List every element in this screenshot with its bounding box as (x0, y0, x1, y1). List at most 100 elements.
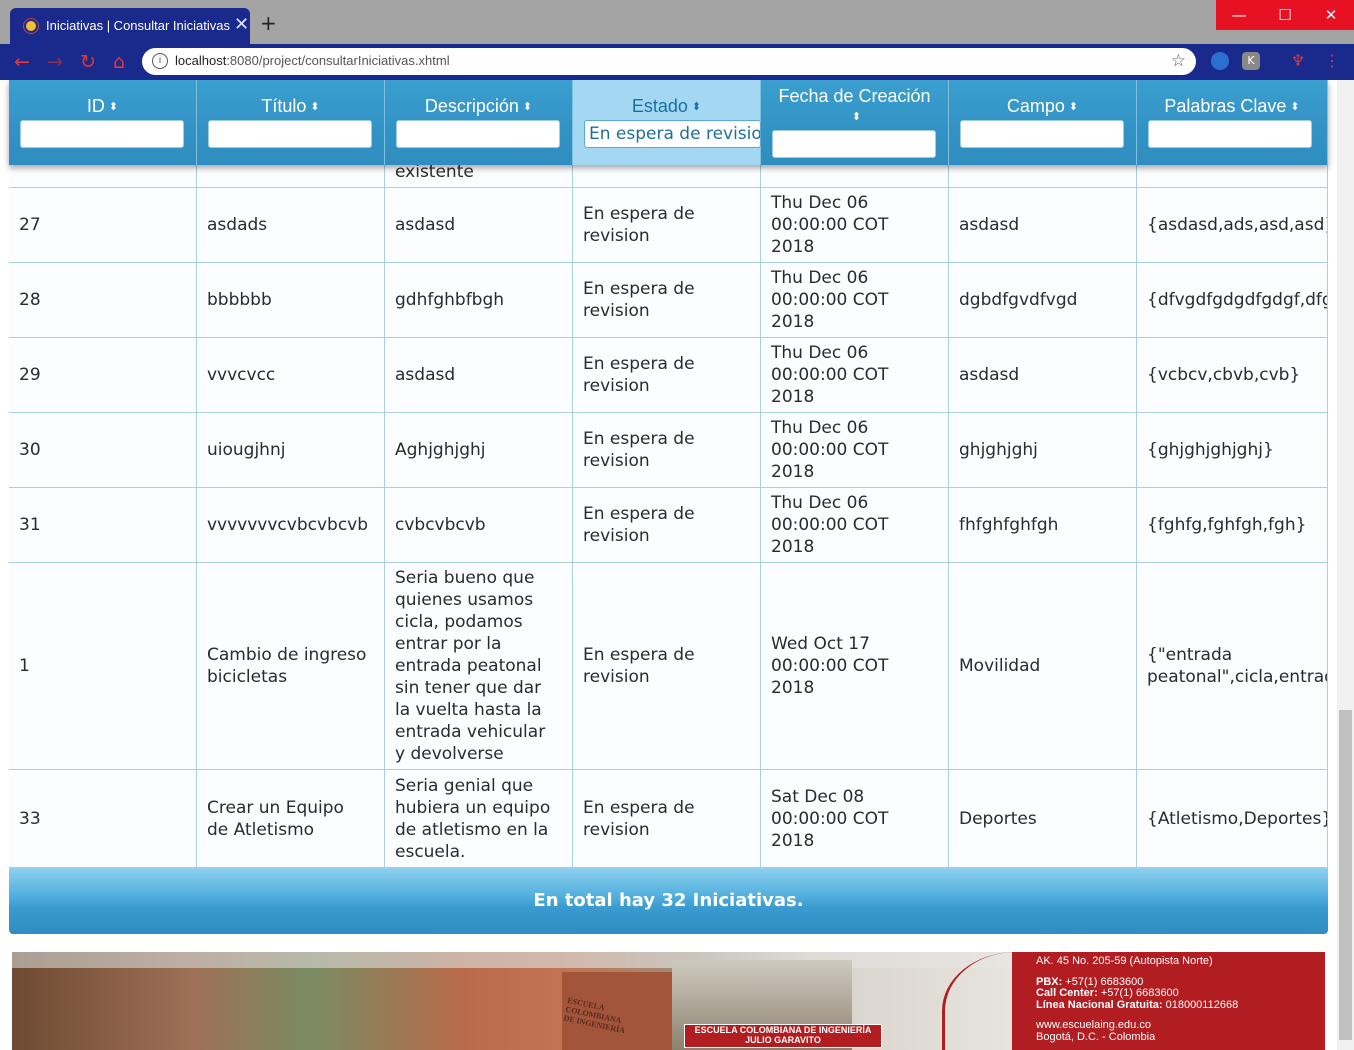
table-cell-palabras-clave: {vcbcv,cbvb,cvb} (1137, 338, 1328, 413)
url-text: localhost:8080/project/consultarIniciati… (175, 53, 450, 68)
table-cell-descripcion: Seria genial que hubiera un equipo de at… (385, 770, 573, 868)
page-viewport: existente 27 asdads asdasd En espera de revi… (0, 80, 1354, 1050)
titulo-filter-input[interactable] (208, 120, 372, 148)
extension-circle-icon[interactable] (1211, 52, 1229, 70)
table-cell-descripcion: cvbcvbcvb (385, 488, 573, 563)
estado-filter-select[interactable]: En espera de revision (584, 120, 761, 148)
table-cell-campo: asdasd (949, 188, 1137, 263)
header-label[interactable]: ID (87, 96, 105, 116)
address-bar[interactable]: i localhost:8080/project/consultarInicia… (142, 48, 1196, 75)
table-cell-palabras-clave: {fghfg,fghfgh,fgh} (1137, 488, 1328, 563)
header-fecha[interactable]: Fecha de Creación ⬍ (761, 80, 949, 165)
table-cell-id: 30 (9, 413, 197, 488)
header-label[interactable]: Palabras Clave (1164, 96, 1286, 116)
browser-tab[interactable]: Iniciativas | Consultar Iniciativas ✕ (10, 8, 250, 44)
sort-icon[interactable]: ⬍ (1069, 101, 1078, 113)
sort-icon[interactable]: ⬍ (310, 101, 319, 113)
table-cell-estado: En espera de revision (573, 770, 761, 868)
table-cell-fecha: Thu Dec 06 00:00:00 COT 2018 (761, 263, 949, 338)
palabras-clave-filter-input[interactable] (1148, 120, 1312, 148)
header-descripcion[interactable]: Descripción ⬍ (385, 80, 573, 165)
header-label[interactable]: Fecha de Creación (778, 86, 930, 106)
forward-arrow-icon[interactable]: → (43, 50, 67, 74)
city-text: Bogotá, D.C. - Colombia (1036, 1030, 1156, 1043)
reload-icon[interactable]: ↻ (76, 50, 100, 74)
header-campo[interactable]: Campo ⬍ (949, 80, 1137, 165)
table-cell-descripcion: asdasd (385, 338, 573, 413)
sort-icon[interactable]: ⬍ (523, 101, 532, 113)
table-cell-estado: En espera de revision (573, 413, 761, 488)
tab-close-icon[interactable]: ✕ (234, 14, 249, 35)
table-cell-fecha: Thu Dec 06 00:00:00 COT 2018 (761, 413, 949, 488)
table-cell-fecha: Wed Oct 17 00:00:00 COT 2018 (761, 563, 949, 770)
table-cell-titulo: uiougjhnj (197, 413, 385, 488)
table-cell-titulo: asdads (197, 188, 385, 263)
school-banner: ESCUELA COLOMBIANA DE INGENIERÍA ESCUELA… (12, 952, 1325, 1050)
tab-title: Iniciativas | Consultar Iniciativas (46, 18, 231, 33)
table-cell-id: 1 (9, 563, 197, 770)
table-cell-id: 31 (9, 488, 197, 563)
header-id[interactable]: ID ⬍ (9, 80, 197, 165)
header-label[interactable]: Título (261, 96, 306, 116)
sort-icon[interactable]: ⬍ (1290, 101, 1299, 113)
table-cell-titulo: vvvcvcc (197, 338, 385, 413)
website-text[interactable]: www.escuelaing.edu.co (1036, 1019, 1238, 1032)
maximize-button[interactable]: ☐ (1262, 0, 1308, 30)
back-arrow-icon[interactable]: ← (10, 50, 34, 74)
table-cell-palabras-clave: {ghjghjghjghj} (1137, 413, 1328, 488)
table-cell-titulo: bbbbbb (197, 263, 385, 338)
header-estado[interactable]: Estado ⬍ En espera de revision (573, 80, 761, 165)
table-cell-campo: Deportes (949, 770, 1137, 868)
home-icon[interactable]: ⌂ (107, 50, 131, 74)
header-label[interactable]: Estado (632, 96, 688, 116)
extension-network-icon[interactable]: ♆ (1289, 52, 1307, 70)
sort-icon[interactable]: ⬍ (852, 111, 861, 123)
header-label[interactable]: Descripción (425, 96, 519, 116)
favicon-icon (24, 19, 38, 33)
table-cell-id: 33 (9, 770, 197, 868)
table-cell-fecha: Thu Dec 06 00:00:00 COT 2018 (761, 338, 949, 413)
table-cell-estado: En espera de revision (573, 338, 761, 413)
sort-icon[interactable]: ⬍ (692, 101, 701, 113)
table-cell-fecha: Thu Dec 06 00:00:00 COT 2018 (761, 188, 949, 263)
browser-menu-icon[interactable]: ⋮ (1323, 52, 1341, 70)
table-cell-descripcion: Aghjghjghj (385, 413, 573, 488)
table-cell-titulo: Crear un Equipo de Atletismo (197, 770, 385, 868)
campo-filter-input[interactable] (960, 120, 1124, 148)
table-cell-titulo: vvvvvvvcvbcvbcvb (197, 488, 385, 563)
table-cell-estado: En espera de revision (573, 188, 761, 263)
school-logo: ESCUELA COLOMBIANA DE INGENIERÍA JULIO G… (684, 1024, 882, 1048)
descripcion-filter-input[interactable] (396, 120, 560, 148)
bookmark-star-icon[interactable]: ☆ (1171, 51, 1186, 71)
table-cell-descripcion: asdasd (385, 188, 573, 263)
table-cell-estado: En espera de revision (573, 263, 761, 338)
table-cell-id: 27 (9, 188, 197, 263)
table-cell-fecha: Sat Dec 08 00:00:00 COT 2018 (761, 770, 949, 868)
table-cell-palabras-clave: {asdasd,ads,asd,asd} (1137, 188, 1328, 263)
table-cell-campo: fhfghfghfgh (949, 488, 1137, 563)
sort-icon[interactable]: ⬍ (109, 101, 118, 113)
header-titulo[interactable]: Título ⬍ (197, 80, 385, 165)
table-cell-palabras-clave: {"entrada peatonal",cicla,entrada} (1137, 563, 1328, 770)
fecha-filter-input[interactable] (772, 130, 936, 158)
extension-k-icon[interactable]: K (1242, 52, 1260, 70)
table-cell-descripcion: Seria bueno que quienes usamos cicla, po… (385, 563, 573, 770)
table-cell-palabras-clave: {dfvgdfgdgdfgdgf,dfgdf} (1137, 263, 1328, 338)
id-filter-input[interactable] (20, 120, 184, 148)
table-cell-id: 28 (9, 263, 197, 338)
table-cell-descripcion: gdhfghbfbgh (385, 263, 573, 338)
header-palabras-clave[interactable]: Palabras Clave ⬍ (1137, 80, 1328, 165)
contact-info: AK. 45 No. 205-59 (Autopista Norte) PBX:… (1036, 955, 1239, 1043)
table-cell-fecha: Thu Dec 06 00:00:00 COT 2018 (761, 488, 949, 563)
header-label[interactable]: Campo (1007, 96, 1065, 116)
table-cell-id: 29 (9, 338, 197, 413)
table-cell-campo: asdasd (949, 338, 1137, 413)
new-tab-button[interactable]: + (260, 11, 277, 35)
table-cell-titulo: Cambio de ingreso bicicletas (197, 563, 385, 770)
table-cell-estado: En espera de revision (573, 488, 761, 563)
close-window-button[interactable]: ✕ (1308, 0, 1354, 30)
minimize-button[interactable]: — (1216, 0, 1262, 30)
scrollbar-thumb[interactable] (1339, 710, 1352, 1040)
site-info-icon[interactable]: i (152, 53, 168, 69)
table-cell-campo: ghjghjghj (949, 413, 1137, 488)
